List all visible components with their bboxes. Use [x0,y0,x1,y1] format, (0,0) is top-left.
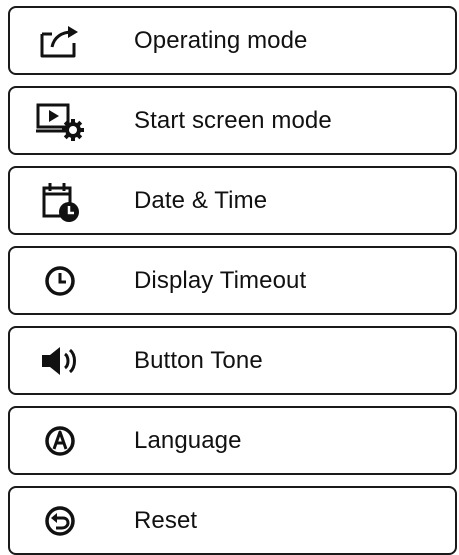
settings-menu: Operating mode Start screen mode Date & … [8,6,457,555]
calendar-clock-icon [28,179,92,223]
menu-item-operating-mode[interactable]: Operating mode [8,6,457,75]
menu-item-label: Reset [134,506,198,534]
menu-item-label: Button Tone [134,346,263,374]
operating-mode-icon [28,19,92,63]
menu-item-label: Language [134,426,242,454]
menu-item-date-time[interactable]: Date & Time [8,166,457,235]
menu-item-button-tone[interactable]: Button Tone [8,326,457,395]
menu-item-start-screen-mode[interactable]: Start screen mode [8,86,457,155]
start-screen-icon [28,99,92,143]
menu-item-display-timeout[interactable]: Display Timeout [8,246,457,315]
menu-item-label: Start screen mode [134,106,332,134]
speaker-icon [28,339,92,383]
reset-icon [28,499,92,543]
menu-item-label: Display Timeout [134,266,307,294]
menu-item-label: Date & Time [134,186,268,214]
menu-item-label: Operating mode [134,26,308,54]
menu-item-language[interactable]: Language [8,406,457,475]
clock-icon [28,259,92,303]
menu-item-reset[interactable]: Reset [8,486,457,555]
language-icon [28,419,92,463]
